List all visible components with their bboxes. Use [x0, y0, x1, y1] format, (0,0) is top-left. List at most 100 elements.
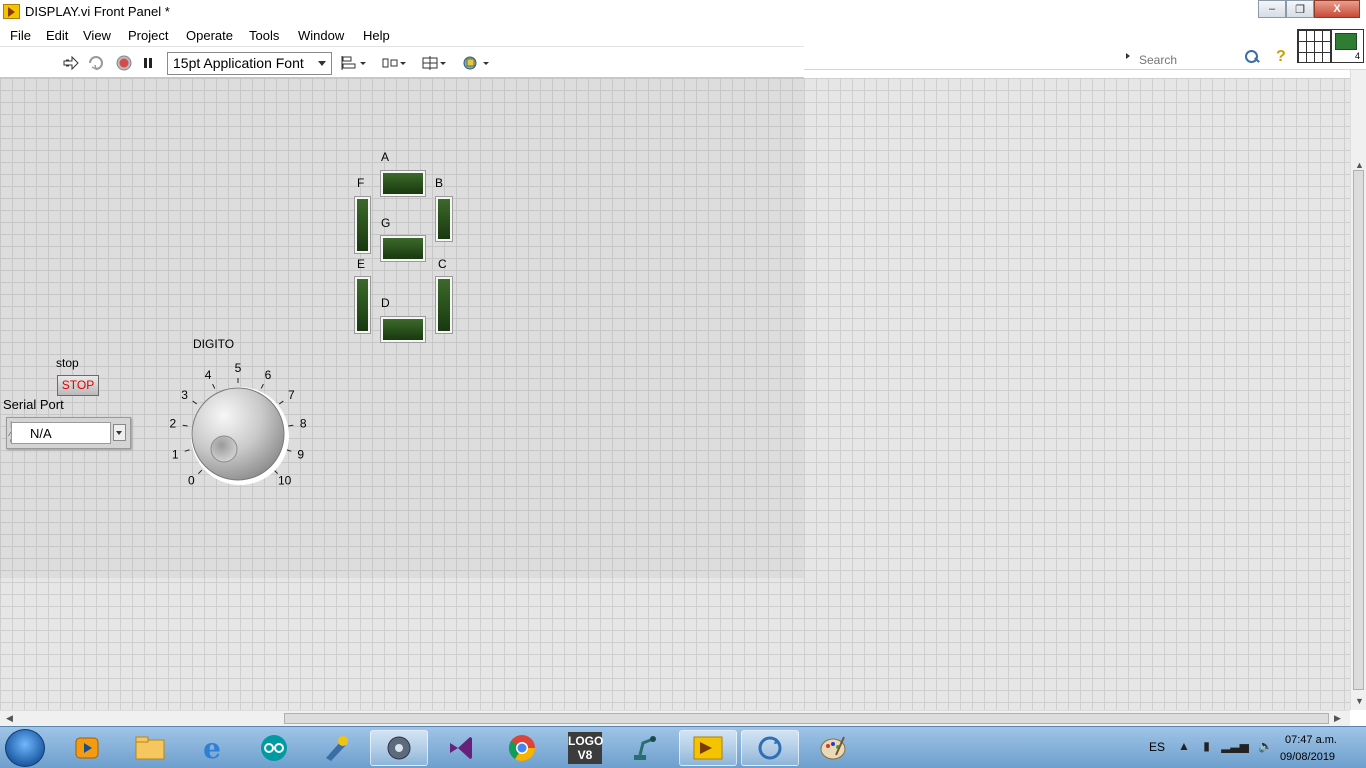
connector-number: 4 [1354, 51, 1360, 61]
knob-tick-mark [192, 400, 198, 405]
led-segment-f[interactable] [355, 197, 370, 253]
vi-icon-graphic [1335, 33, 1357, 50]
clock-date[interactable]: 09/08/2019 [1280, 751, 1335, 763]
distribute-objects-icon[interactable] [380, 54, 408, 72]
knob-tick-mark [286, 449, 292, 452]
robot-arm-icon[interactable] [617, 730, 675, 766]
digit-knob[interactable]: 01 2 3 4 5 6 7 8 9 10 [160, 353, 330, 503]
app-disc-icon[interactable] [370, 730, 428, 766]
network-icon[interactable]: ▮ [1203, 739, 1210, 753]
run-arrow-icon[interactable] [61, 54, 81, 72]
search-icon[interactable] [1244, 49, 1260, 65]
start-button[interactable] [5, 729, 45, 767]
knob-tick-label: 1 [172, 447, 179, 461]
sync-icon[interactable] [741, 730, 799, 766]
menu-help[interactable]: Help [363, 28, 390, 43]
abort-icon[interactable] [114, 54, 134, 72]
arduino-icon[interactable] [245, 730, 303, 766]
taskbar: e LOGO V8 ES ▲ ▮ ▂▃▅ 🔈 07:47 a.m. 09/08/… [0, 726, 1366, 768]
knob-tick-mark [260, 383, 264, 389]
resize-objects-icon[interactable] [420, 54, 448, 72]
scroll-left-icon[interactable]: ◀ [6, 713, 13, 724]
reorder-icon[interactable] [461, 54, 491, 72]
font-select[interactable]: 15pt Application Font [167, 52, 332, 75]
knob-tick-mark [182, 424, 188, 427]
logo-v8-icon[interactable]: LOGO V8 [556, 730, 614, 766]
knob-tick-mark [288, 424, 294, 427]
system-tray: ▲ ▮ ▂▃▅ 🔈 [1178, 739, 1273, 753]
pause-icon[interactable] [138, 54, 158, 72]
knob-tick-label: 2 [169, 417, 176, 431]
chevron-down-icon [318, 61, 326, 66]
font-select-value: 15pt Application Font [173, 55, 304, 71]
stop-button[interactable]: STOP [57, 375, 99, 396]
vertical-scrollbar[interactable]: ▲ ▼ [1350, 70, 1366, 710]
menu-edit[interactable]: Edit [46, 28, 68, 43]
search-expand-arrow-icon[interactable] [1126, 53, 1130, 59]
led-segment-a[interactable] [381, 171, 425, 196]
menu-tools[interactable]: Tools [249, 28, 279, 43]
restore-button[interactable]: ❐ [1286, 0, 1314, 18]
led-segment-b[interactable] [436, 197, 452, 241]
scroll-down-icon[interactable]: ▼ [1355, 696, 1364, 706]
vertical-scroll-thumb[interactable] [1353, 170, 1364, 690]
window-controls: ‒ ❐ X [1258, 0, 1360, 18]
knob-tick-label: 3 [181, 388, 188, 402]
internet-explorer-icon[interactable]: e [183, 730, 241, 766]
language-indicator[interactable]: ES [1149, 740, 1165, 754]
knob-tick-label: 0 [188, 474, 195, 488]
help-icon[interactable]: ? [1276, 48, 1286, 66]
scroll-right-icon[interactable]: ▶ [1334, 713, 1341, 724]
led-segment-e[interactable] [355, 277, 370, 333]
close-button[interactable]: X [1314, 0, 1360, 18]
knob-tick-mark [278, 400, 284, 405]
serial-port-control[interactable]: I∕O N/A [6, 417, 131, 449]
menu-window[interactable]: Window [298, 28, 344, 43]
stop-label: stop [56, 356, 79, 370]
knob-tick-mark [212, 383, 216, 389]
segment-label-a: A [381, 150, 390, 164]
segment-label-g: G [381, 216, 391, 230]
run-continuously-icon[interactable] [86, 54, 106, 72]
vi-icon[interactable]: 4 [1331, 29, 1364, 63]
app-tool-icon[interactable] [307, 730, 365, 766]
led-segment-d[interactable] [381, 317, 425, 342]
clock-time[interactable]: 07:47 a.m. [1285, 734, 1337, 746]
chrome-icon[interactable] [493, 730, 551, 766]
connector-pane-icon[interactable] [1297, 29, 1331, 63]
scroll-up-icon[interactable]: ▲ [1355, 160, 1364, 170]
serial-port-dropdown-button[interactable] [113, 424, 126, 441]
visual-studio-icon[interactable] [432, 730, 490, 766]
file-explorer-icon[interactable] [121, 730, 179, 766]
knob-label: DIGITO [193, 337, 235, 351]
led-segment-g[interactable] [381, 236, 425, 261]
led-segment-c[interactable] [436, 277, 452, 333]
align-objects-icon[interactable] [340, 54, 368, 72]
horizontal-scroll-thumb[interactable] [284, 713, 1329, 724]
horizontal-scrollbar[interactable]: ◀ ▶ [0, 710, 1350, 726]
menu-view[interactable]: View [83, 28, 111, 43]
menu-file[interactable]: File [10, 28, 31, 43]
show-hidden-icons-icon[interactable]: ▲ [1178, 739, 1190, 753]
labview-icon[interactable] [679, 730, 737, 766]
labview-vi-icon [3, 4, 20, 19]
title-bar: DISPLAY.vi Front Panel * ‒ ❐ X [0, 0, 1366, 24]
knob-tick-mark [184, 449, 190, 452]
menu-project[interactable]: Project [128, 28, 168, 43]
serial-port-field[interactable]: N/A [11, 422, 111, 444]
paint-icon[interactable] [804, 730, 862, 766]
signal-icon[interactable]: ▂▃▅ [1221, 739, 1249, 753]
logo-v8-badge: LOGO V8 [568, 732, 604, 764]
menu-operate[interactable]: Operate [186, 28, 233, 43]
media-player-icon[interactable] [58, 730, 116, 766]
knob-tick-label: 9 [297, 447, 304, 461]
segment-label-c: C [438, 257, 447, 271]
segment-label-f: F [357, 176, 365, 190]
toolbar [0, 48, 804, 78]
minimize-button[interactable]: ‒ [1258, 0, 1286, 18]
volume-icon[interactable]: 🔈 [1258, 739, 1273, 753]
knob-body[interactable] [191, 387, 285, 481]
segment-label-e: E [357, 257, 366, 271]
menu-bar: File Edit View Project Operate Tools Win… [0, 25, 804, 47]
knob-pointer [210, 435, 238, 463]
